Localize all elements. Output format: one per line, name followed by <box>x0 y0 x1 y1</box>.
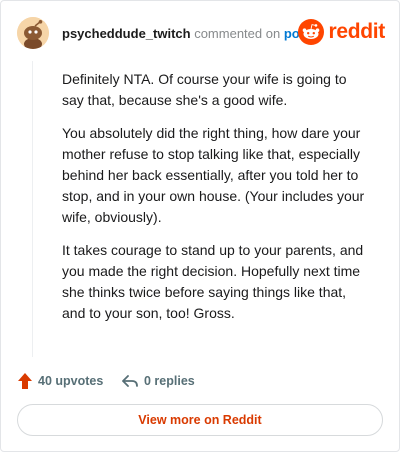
byline: psycheddude_twitch commented on post <box>62 26 311 42</box>
commented-on-text: commented on <box>194 26 281 41</box>
reply-arrow-icon <box>122 375 138 387</box>
comment-paragraph: You absolutely did the right thing, how … <box>62 125 365 225</box>
reply-button[interactable]: 0 replies <box>121 369 195 393</box>
reply-count: 0 replies <box>144 374 195 388</box>
reddit-wordmark: reddit <box>328 20 385 43</box>
reddit-snoo-icon <box>298 19 325 45</box>
comment-paragraph: Definitely NTA. Of course your wife is g… <box>62 71 347 108</box>
comment-actions: 40 upvotes 0 replies <box>17 369 385 393</box>
comment-header: psycheddude_twitch commented on post red… <box>17 17 385 49</box>
comment-paragraph: It takes courage to stand up to your par… <box>62 242 364 321</box>
snoo-avatar-icon[interactable] <box>17 17 49 49</box>
upvote-button[interactable]: 40 upvotes <box>17 369 103 393</box>
upvote-arrow-icon <box>18 373 32 389</box>
username-link[interactable]: psycheddude_twitch <box>62 26 191 41</box>
thread-line <box>32 61 33 357</box>
comment-body: Definitely NTA. Of course your wife is g… <box>62 69 372 336</box>
reddit-logo[interactable]: reddit <box>298 19 385 45</box>
upvote-count: 40 upvotes <box>38 374 104 388</box>
comment-card: psycheddude_twitch commented on post red… <box>0 0 400 452</box>
view-more-on-reddit-button[interactable]: View more on Reddit <box>17 404 383 436</box>
